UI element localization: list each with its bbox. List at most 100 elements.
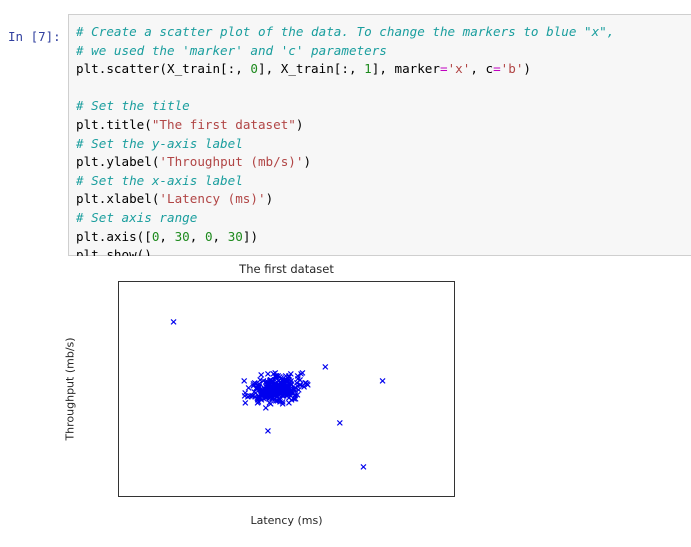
scatter-point [255,395,262,402]
scatter-point [269,378,276,385]
scatter-point [276,374,283,381]
scatter-point [259,389,266,396]
scatter-point [257,391,264,398]
scatter-point [294,373,301,380]
scatter-point [269,388,276,395]
scatter-point [276,387,283,394]
scatter-point [258,391,265,398]
scatter-point [285,391,292,398]
scatter-point [268,387,275,394]
scatter-point [260,392,267,399]
scatter-point [262,392,269,399]
code-token: = [439,61,448,77]
scatter-point [265,386,272,393]
scatter-point [271,391,278,398]
scatter-point [298,370,305,377]
scatter-point [282,387,289,394]
scatter-point [274,387,281,394]
scatter-point [262,389,269,396]
scatter-point [255,394,262,401]
scatter-point [271,387,278,394]
scatter-point [274,378,281,385]
scatter-point [286,388,293,395]
scatter-point [275,389,282,396]
code-token: = [493,61,501,77]
scatter-point [291,393,298,400]
scatter-point [264,371,271,378]
scatter-point [278,382,285,389]
scatter-point [286,386,293,393]
scatter-point [296,377,303,384]
scatter-point [259,393,266,400]
scatter-point-outlier [359,464,366,471]
scatter-point [263,385,270,392]
x-axis-tick: 15 [288,496,289,497]
scatter-point [271,387,278,394]
scatter-point [279,393,286,400]
scatter-point [272,374,279,381]
code-token: plt.ylabel( [76,154,160,170]
code-token: 0 [250,61,258,77]
scatter-point [277,380,284,387]
scatter-point [274,373,281,380]
scatter-point [259,378,266,385]
scatter-point [271,388,278,395]
scatter-point [262,405,269,412]
scatter-point [277,387,284,394]
code-editor-area[interactable]: # Create a scatter plot of the data. To … [68,14,691,262]
scatter-point [303,381,310,388]
scatter-point [278,390,285,397]
x-axis-tick: 20 [344,496,345,497]
scatter-point [249,393,256,400]
scatter-point [260,396,267,403]
scatter-point [287,389,294,396]
scatter-point [273,398,280,405]
scatter-point [262,394,269,401]
scatter-point [263,390,270,397]
code-token: 30 [174,228,190,244]
scatter-point [271,382,278,389]
scatter-point [269,371,276,378]
scatter-point [259,391,266,398]
scatter-point [276,390,283,397]
scatter-point [266,381,273,388]
code-line: # Set the title [76,97,614,116]
scatter-point [290,386,297,393]
scatter-point [293,380,300,387]
scatter-point [287,371,294,378]
scatter-point [246,393,253,400]
scatter-point [277,383,284,390]
scatter-point [262,392,269,399]
scatter-point [266,385,273,392]
scatter-point [272,391,279,398]
scatter-point [267,393,274,400]
scatter-point [250,389,257,396]
scatter-point [279,401,286,408]
scatter-point [279,388,286,395]
scatter-point [253,386,260,393]
scatter-point [285,373,292,380]
scatter-point [266,385,273,392]
scatter-point [261,392,268,399]
scatter-point [271,396,278,403]
scatter-point [276,388,283,395]
scatter-point [280,391,287,398]
scatter-point [285,374,292,381]
scatter-point [271,392,278,399]
scatter-point [244,394,251,401]
scatter-point [253,400,260,407]
scatter-point [280,388,287,395]
scatter-point [276,385,283,392]
scatter-point [288,387,295,394]
scatter-point [302,380,309,387]
code-token: ) [523,61,532,77]
scatter-point [279,393,286,400]
scatter-point [267,388,274,395]
notebook-code-cell[interactable]: In [7]: # Create a scatter plot of the d… [0,14,691,262]
scatter-point [273,393,280,400]
code-token: ]) [242,228,259,244]
scatter-point [263,379,270,386]
scatter-point [261,388,268,395]
code-token: 'b' [500,61,524,77]
code-token: # we used the 'marker' and 'c' parameter… [76,42,387,58]
